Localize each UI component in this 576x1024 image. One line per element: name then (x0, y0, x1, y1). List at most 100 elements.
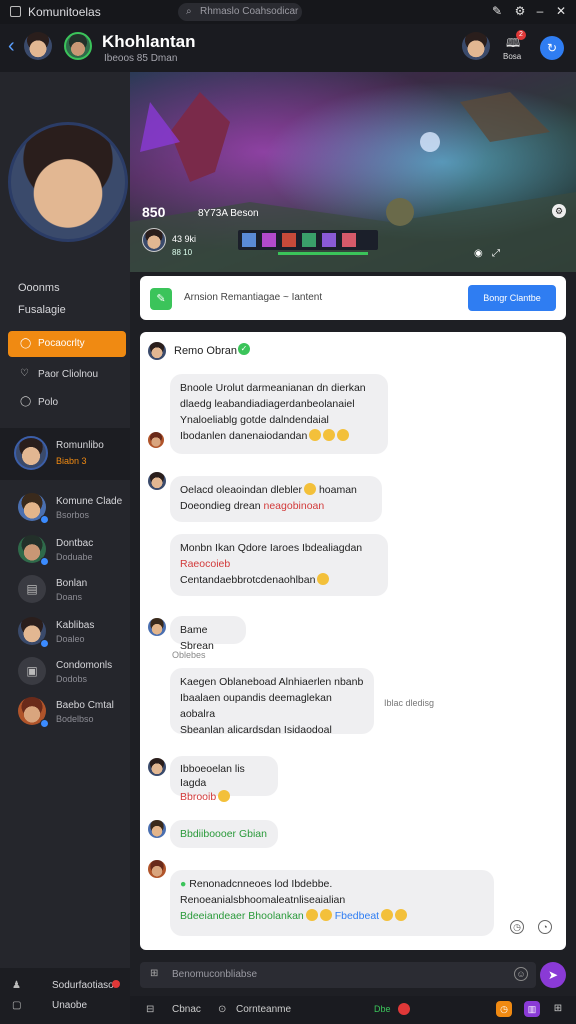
page-subtitle: Ibeoos 85 Dman (104, 53, 178, 64)
health-bar (278, 252, 368, 255)
message-bubble[interactable]: Bbdiiboooer Gbian (170, 820, 278, 848)
group-avatar[interactable] (64, 32, 92, 60)
bottom-bar: ⊟ Cbnac ⊙ Cornteanme Dbe ◷ ▥ ⊞ (130, 996, 576, 1024)
friend-item[interactable]: Baebo Cmtal Bodelbso (0, 692, 130, 732)
friend-status: Bodelbso (56, 714, 94, 724)
header-right-label: Bosa (503, 52, 522, 61)
footer-item-label[interactable]: Sodurfaotiaso (52, 980, 114, 991)
speaker-icon[interactable]: ◉ (474, 248, 483, 259)
friend-name: Condomonls (56, 660, 113, 671)
ability-icon (262, 233, 276, 247)
ability-icon (342, 233, 356, 247)
game-banner: 850 8Y73A Beson 43 9ki 88 10 ⚙ ◉ ⤢ (130, 72, 576, 272)
send-button[interactable]: ➤ (540, 962, 566, 988)
message-bubble[interactable]: Kaegen Oblaneboad Alnhiaerlen nbanb Ibaa… (170, 668, 374, 736)
emoji-icon (337, 429, 350, 441)
message-highlight: Bbrooib (180, 791, 217, 803)
friend-item[interactable]: ▤ Bonlan Doans (0, 570, 130, 610)
sidebar-menu-item[interactable]: Fusalagie (18, 304, 66, 316)
ability-bar (238, 230, 378, 250)
message-highlight: Bdeeiandeaer Bhoolankan (180, 910, 304, 922)
sidebar-item-label: Paor Cliolnou (38, 369, 99, 380)
message-bubble[interactable]: Monbn Ikan Qdore Iaroes Ibdealiagdan Rae… (170, 534, 388, 596)
friend-item[interactable]: ▣ Condomonls Dodobs (0, 652, 130, 692)
record-icon[interactable] (398, 1003, 410, 1015)
ability-icon (302, 233, 316, 247)
emoji-icon (319, 909, 332, 921)
sidebar-footer: ♟ Sodurfaotiaso ▢ Unaobe (0, 968, 130, 1024)
message-bubble[interactable]: Oelacd oleaoindan dlebler hoaman Doeondi… (170, 476, 382, 522)
ability-icon (242, 233, 256, 247)
message-bubble[interactable]: Ibboeoelan lis Iagda Bbrooib (170, 756, 278, 803)
bottom-left-label[interactable]: Cbnac (172, 1004, 201, 1015)
message-bubble[interactable]: Bnoole Urolut darmeanianan dn dierkan dl… (170, 374, 388, 454)
avatar (148, 432, 164, 448)
current-user-row[interactable]: Romunlibo Biabn 3 (0, 428, 130, 480)
attach-icon[interactable]: ⊞ (150, 968, 158, 979)
circle-icon: ◯ (20, 338, 32, 349)
ability-icon (282, 233, 296, 247)
friend-status: Doans (56, 592, 83, 602)
side-note: Iblac dledisg (384, 698, 435, 708)
close-button[interactable]: ✕ (554, 4, 568, 18)
emoji-icon (305, 909, 318, 921)
emoji-icon (309, 429, 322, 441)
settings-icon[interactable]: ⚙ (552, 204, 566, 218)
notification-badge: 2 (516, 30, 526, 40)
emoji-icon (218, 790, 231, 802)
sidebar-item[interactable]: ◯ Polo (8, 393, 126, 415)
bottom-mid-label[interactable]: Cornteanme (236, 1004, 291, 1015)
friend-item[interactable]: Komune Clade Bsorbos (0, 488, 130, 528)
message-line: hoaman (318, 484, 357, 496)
back-arrow-icon[interactable]: ‹ (8, 36, 15, 56)
grid-icon[interactable]: ⊞ (550, 1001, 566, 1017)
chat-icon: ◯ (20, 396, 32, 407)
notes-icon[interactable]: ▥ (524, 1001, 540, 1017)
message-input[interactable]: ⊞ Benomuconbliabse ☺ (140, 962, 536, 988)
message-line: Kaegen Oblaneboad Alnhiaerlen nbanb (180, 676, 364, 688)
level-label: 43 9ki (172, 234, 197, 244)
message-line: Oelacd oleaoindan dlebler (180, 484, 303, 496)
timer-icon[interactable]: ◷ (496, 1001, 512, 1017)
sidebar-menu-item[interactable]: Ooonms (18, 282, 60, 294)
reaction-icon[interactable]: ◷ (510, 920, 524, 934)
sidebar-item-label: Pocaocrlty (38, 338, 85, 349)
avatar[interactable] (24, 32, 52, 60)
settings-icon[interactable]: ⚙ (513, 4, 527, 18)
minimize-button[interactable]: – (533, 4, 547, 18)
message-line: Monbn Ikan Qdore Iaroes Ibdealiagdan (180, 542, 363, 554)
sidebar-item-active[interactable]: ◯ Pocaocrlty (8, 331, 126, 357)
sidebar: Ooonms Fusalagie ◯ Pocaocrlty ♡ Paor Cli… (0, 72, 130, 1024)
avatar (148, 820, 166, 838)
share-icon[interactable]: ↻ (540, 36, 564, 60)
player-avatar (142, 228, 166, 252)
profile-avatar[interactable] (8, 122, 128, 242)
friend-item[interactable]: Kablibas Doaleo (0, 612, 130, 652)
title-bar: Komunitoelas ⌕ Rhmaslo Coahsodicar ✎ ⚙ –… (0, 0, 576, 24)
message-bubble[interactable]: Bame Sbrean (170, 616, 246, 652)
primary-action-button[interactable]: Bongr Clantbe (468, 285, 556, 311)
camera-icon[interactable]: ⊙ (218, 1004, 226, 1015)
online-status-icon (40, 719, 49, 728)
list-icon[interactable]: ⊟ (146, 1004, 154, 1015)
fullscreen-icon[interactable]: ⤢ (492, 248, 500, 259)
pin-icon[interactable]: ✎ (490, 4, 504, 18)
attach-icon[interactable]: ✎ (150, 288, 172, 310)
composer-placeholder[interactable]: Arnsion Remantiagae ~ Iantent (184, 292, 322, 303)
message-line: Renonadcnneoes lod Ibdebbe. (189, 878, 333, 890)
document-icon: ▤ (18, 575, 46, 603)
sidebar-item[interactable]: ♡ Paor Cliolnou (8, 365, 126, 387)
friend-name: Kablibas (56, 620, 95, 631)
ability-icon (322, 233, 336, 247)
current-user-status: Biabn 3 (56, 456, 87, 466)
emoji-icon (317, 573, 330, 585)
friend-item[interactable]: Dontbac Doduabe (0, 530, 130, 570)
message-link[interactable]: Fbedbeat (335, 910, 379, 922)
more-icon[interactable]: ◔ (538, 920, 552, 934)
search-input[interactable]: ⌕ Rhmaslo Coahsodicar (178, 3, 302, 21)
emoji-picker-icon[interactable]: ☺ (514, 967, 528, 981)
friend-name: Bonlan (56, 578, 88, 589)
user-avatar[interactable] (462, 32, 490, 60)
footer-item-label[interactable]: Unaobe (52, 1000, 87, 1011)
message-bubble[interactable]: ● Renonadcnneoes lod Ibdebbe. Renoeanial… (170, 870, 494, 936)
